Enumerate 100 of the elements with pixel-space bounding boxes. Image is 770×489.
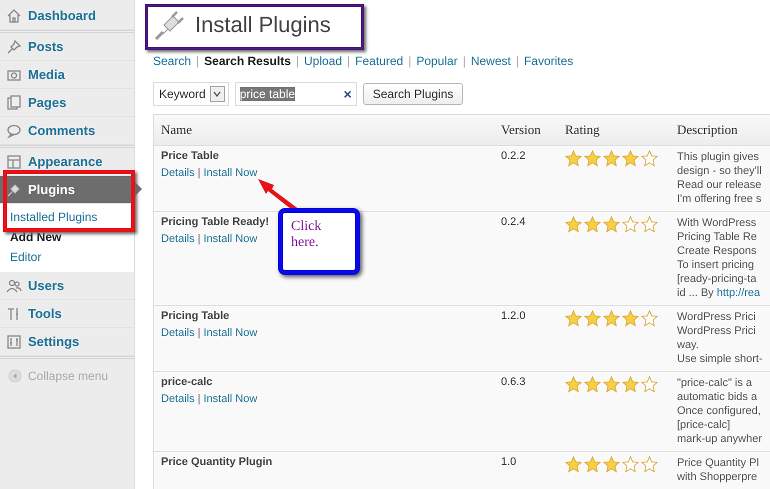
column-header: Version: [500, 122, 542, 138]
menu-item[interactable]: Users: [0, 272, 134, 300]
description-line: mark-up anywher: [677, 432, 763, 446]
star-filled-icon: [565, 376, 582, 393]
layout-icon: [6, 154, 22, 170]
page-title: Install Plugins: [195, 12, 331, 38]
search-plugins-button[interactable]: Search Plugins: [362, 83, 464, 105]
menu-item[interactable]: Settings: [0, 328, 134, 356]
action-link[interactable]: Details: [161, 167, 195, 179]
separator: |: [516, 54, 519, 68]
filter-tab[interactable]: Favorites: [524, 54, 574, 68]
star-filled-icon: [565, 456, 582, 473]
description-line: I'm offering free s: [677, 192, 762, 206]
star-empty-icon: [641, 310, 658, 327]
separator: |: [198, 393, 200, 405]
plugin-name: Pricing Table: [161, 310, 230, 322]
clear-button[interactable]: ×: [344, 86, 352, 102]
action-link[interactable]: Install Now: [203, 233, 258, 245]
filter-tab[interactable]: Popular: [416, 54, 458, 68]
chevron-down-icon: [213, 91, 222, 97]
column-header: Rating: [564, 122, 601, 138]
version-cell-text: 0.6.3: [500, 376, 526, 390]
description-line: Create Respons: [677, 244, 758, 258]
plugin-name: Pricing Table Ready!: [161, 216, 269, 228]
submenu-item[interactable]: Editor: [0, 247, 52, 267]
filter-tab[interactable]: Search: [153, 54, 192, 68]
filter-tab[interactable]: Upload: [304, 54, 342, 68]
people-icon: [6, 278, 22, 294]
description-line: With WordPress: [677, 216, 758, 230]
star-filled-icon: [603, 376, 620, 393]
action-link[interactable]: Install Now: [203, 327, 258, 339]
plugin-name: Price Quantity Plugin: [161, 456, 272, 468]
star-filled-icon: [603, 310, 620, 327]
action-link[interactable]: Details: [161, 393, 195, 405]
menu-item[interactable]: Media: [0, 61, 134, 89]
star-filled-icon: [622, 310, 639, 327]
star-filled-icon: [622, 150, 639, 167]
plug-icon: [6, 182, 22, 198]
version-cell-text: 0.2.4: [500, 216, 526, 230]
star-filled-icon: [603, 150, 620, 167]
star-filled-icon: [603, 456, 620, 473]
plug-icon: [153, 8, 187, 42]
description-line: Read our release: [677, 178, 762, 192]
pin-icon: [6, 38, 22, 54]
description-line: way.: [677, 338, 700, 352]
star-filled-icon: [565, 150, 582, 167]
menu-item[interactable]: Comments: [0, 117, 134, 145]
description-line: [ready-pricing-ta: [677, 272, 758, 286]
pointer-arrow-icon: [134, 181, 142, 197]
description-line: "price-calc" is a: [677, 376, 754, 390]
star-empty-icon: [622, 216, 639, 233]
separator: |: [198, 167, 200, 179]
description-line: [price-calc]: [677, 418, 732, 432]
version-cell-text: 0.2.2: [500, 150, 526, 164]
star-filled-icon: [565, 216, 582, 233]
menu-item[interactable]: Pages: [0, 89, 134, 117]
separator: |: [408, 54, 412, 68]
column-header: Description: [676, 122, 739, 138]
description-line: design - so they'll: [677, 164, 763, 178]
filter-tab[interactable]: Newest: [470, 54, 511, 68]
star-empty-icon: [622, 456, 639, 473]
separator: |: [347, 54, 350, 68]
star-filled-icon: [584, 310, 601, 327]
house-icon: [6, 8, 22, 24]
action-link[interactable]: Install Now: [203, 167, 258, 179]
column-header: Name: [160, 122, 194, 138]
separator: |: [462, 54, 466, 68]
search-type-select[interactable]: Keyword: [153, 82, 229, 106]
separator: |: [198, 233, 200, 245]
submenu-item[interactable]: Add New: [0, 227, 72, 247]
version-cell-text: 1.2.0: [500, 310, 526, 324]
menu-item[interactable]: Dashboard: [0, 2, 134, 30]
filter-tab[interactable]: Featured: [355, 54, 404, 68]
version-cell-text: 1.0: [500, 456, 518, 470]
star-filled-icon: [622, 376, 639, 393]
plugin-name: Price Table: [161, 150, 219, 162]
star-filled-icon: [565, 310, 582, 327]
description-line: automatic bids a: [677, 390, 758, 404]
description-line: Once configured,: [677, 404, 762, 418]
submenu-item[interactable]: Installed Plugins: [0, 207, 108, 227]
star-filled-icon: [584, 216, 601, 233]
star-filled-icon: [584, 150, 601, 167]
action-link[interactable]: Install Now: [203, 393, 258, 405]
description-line: WordPress Prici: [677, 310, 757, 324]
description-line: id ... By http://rea: [677, 286, 762, 300]
sliders-icon: [6, 334, 22, 350]
star-empty-icon: [641, 216, 658, 233]
description-line: To insert pricing: [677, 258, 756, 272]
menu-item[interactable]: Posts: [0, 33, 134, 61]
star-filled-icon: [584, 456, 601, 473]
menu-item[interactable]: Tools: [0, 300, 134, 328]
action-link[interactable]: Details: [161, 327, 195, 339]
action-link[interactable]: Details: [161, 233, 195, 245]
separator: |: [198, 327, 200, 339]
description-line: Price Quantity Pl: [677, 456, 760, 470]
description-line: Use simple short-: [677, 352, 764, 366]
search-field[interactable]: price table ×: [234, 82, 357, 106]
filter-tab[interactable]: Search Results: [204, 54, 291, 68]
star-empty-icon: [641, 150, 658, 167]
description-line: Pricing Table Re: [677, 230, 758, 244]
